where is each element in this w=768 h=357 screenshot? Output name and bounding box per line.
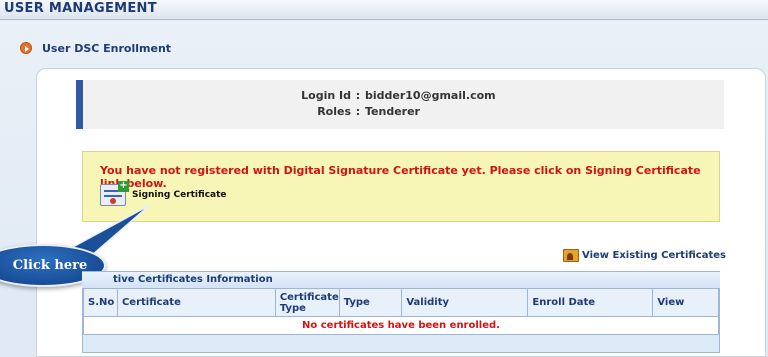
certificate-add-icon: + [100,181,129,206]
column-header: Certificate Type [274,288,340,317]
table-row: No certificates have been enrolled. [83,316,719,335]
roles-value: Tenderer [365,105,420,118]
column-header: Type [338,288,403,317]
login-separator: : [355,89,361,102]
column-header: Validity [401,288,529,317]
column-header: Certificate [116,288,276,317]
view-existing-label: View Existing Certificates [582,250,726,261]
active-certificates-title: tive Certificates Information [82,272,720,288]
column-header: Enroll Date [527,288,654,317]
view-existing-certificates-link[interactable]: View Existing Certificates [563,249,726,262]
login-row: Login Id : bidder10@gmail.com [279,89,496,102]
certificate-folder-icon [563,249,579,262]
signing-certificate-label: Signing Certificate [132,190,227,200]
column-header: View [652,288,719,317]
roles-row: Roles : Tenderer [279,105,420,118]
login-label: Login Id [301,89,351,102]
roles-label: Roles [317,105,351,118]
signing-certificate-link[interactable]: + Signing Certificate [100,181,227,206]
page-title: USER MANAGEMENT [4,1,157,16]
column-header: S.No [83,288,118,317]
header-bar: USER MANAGEMENT [0,0,768,20]
login-value: bidder10@gmail.com [365,89,496,102]
callout-text: Click here [12,258,88,273]
roles-separator: : [355,105,361,118]
section-header: User DSC Enrollment [20,41,171,55]
user-info-box: Login Id : bidder10@gmail.com Roles : Te… [76,80,724,129]
empty-table-message: No certificates have been enrolled. [83,316,719,335]
arrow-bullet-icon [20,42,32,54]
section-title: User DSC Enrollment [42,41,172,55]
table-header-row: S.No Certificate Certificate Type Type V… [83,288,719,317]
warning-box: You have not registered with Digital Sig… [82,151,720,222]
certificates-table: S.No Certificate Certificate Type Type V… [83,288,719,335]
